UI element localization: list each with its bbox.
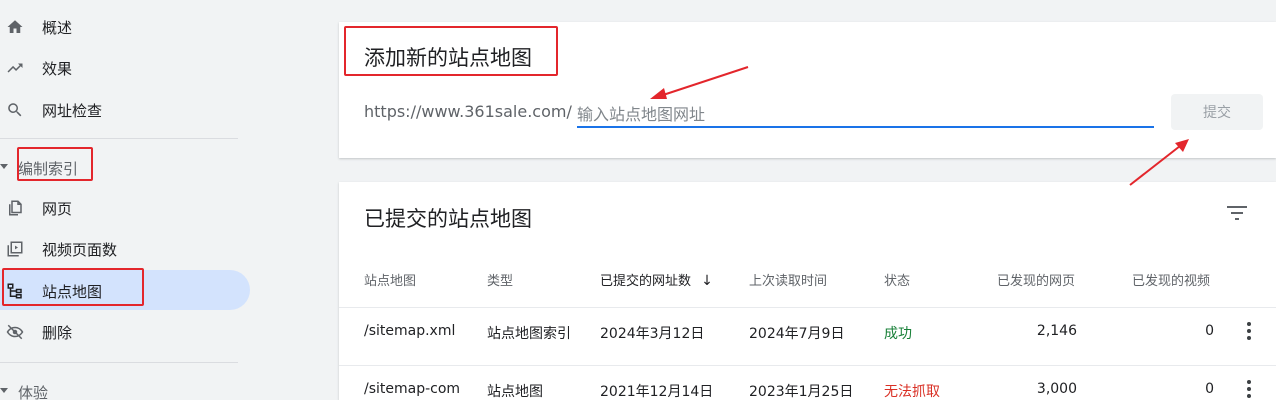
sidebar-divider: [0, 138, 238, 139]
section-label: 体验: [18, 384, 49, 400]
cell-discovered-videos: 0: [1205, 381, 1214, 397]
sidebar-item-label: 网址检查: [42, 102, 103, 120]
sidebar: 概述 效果 网址检查 编制索引 网页 视频页面数 站点地图 删除 体验: [0, 0, 262, 400]
sidebar-item-label: 视频页面数: [42, 241, 118, 259]
column-header-submitted[interactable]: 已提交的网址数 ↓: [600, 270, 713, 289]
sitemap-url-input[interactable]: [577, 102, 1154, 128]
visibility-off-icon: [6, 324, 24, 340]
search-icon: [8, 103, 22, 117]
submit-button[interactable]: 提交: [1171, 94, 1263, 130]
column-header-last-read[interactable]: 上次读取时间: [749, 270, 827, 289]
annotation-box-indexing: [17, 147, 93, 181]
cell-submitted: 2024年3月12日: [600, 326, 705, 342]
cell-submitted: 2021年12月14日: [600, 384, 714, 400]
filter-icon[interactable]: [1226, 204, 1248, 222]
more-vert-icon[interactable]: [1246, 322, 1252, 343]
column-header-type[interactable]: 类型: [487, 270, 513, 289]
sidebar-item-overview[interactable]: 概述: [0, 6, 250, 46]
sidebar-item-removals[interactable]: 删除: [0, 311, 250, 351]
trending-up-icon: [7, 63, 23, 73]
cell-last-read: 2023年1月25日: [749, 384, 854, 400]
pages-icon: [9, 200, 22, 216]
cell-last-read: 2024年7月9日: [749, 326, 845, 342]
column-header-discovered-pages[interactable]: 已发现的网页: [997, 270, 1075, 289]
annotation-box-sitemaps: [2, 268, 144, 306]
collapse-triangle-icon: [0, 388, 8, 393]
home-icon: [7, 20, 23, 33]
cell-type: 站点地图: [487, 384, 543, 400]
sidebar-item-pages[interactable]: 网页: [0, 187, 250, 227]
column-header-label: 已提交的网址数: [600, 274, 692, 289]
cell-discovered-pages: 2,146: [1036, 323, 1077, 339]
sort-arrow-down-icon: ↓: [701, 273, 713, 289]
submitted-sitemaps-title: 已提交的站点地图: [364, 207, 532, 231]
sitemap-url-prefix: https://www.361sale.com/: [364, 102, 572, 121]
column-header-status[interactable]: 状态: [884, 270, 910, 289]
column-header-discovered-videos[interactable]: 已发现的视频: [1132, 270, 1210, 289]
sidebar-item-label: 删除: [42, 324, 73, 342]
row-divider: [339, 365, 1276, 366]
status-badge: 无法抓取: [884, 384, 940, 400]
sidebar-item-label: 网页: [42, 200, 73, 218]
more-vert-icon[interactable]: [1246, 380, 1252, 400]
collapse-triangle-icon: [0, 164, 8, 169]
status-badge: 成功: [884, 326, 912, 342]
column-header-sitemap[interactable]: 站点地图: [364, 270, 416, 289]
cell-type: 站点地图索引: [487, 326, 571, 342]
row-divider: [339, 307, 1276, 308]
cell-discovered-pages: 3,000: [1036, 381, 1077, 397]
sidebar-item-label: 概述: [42, 19, 73, 37]
video-pages-icon: [7, 241, 23, 257]
cell-sitemap: /sitemap.xml: [364, 323, 456, 339]
sidebar-item-performance[interactable]: 效果: [0, 47, 250, 87]
submitted-sitemaps-card: 已提交的站点地图 站点地图 类型 已提交的网址数 ↓ 上次读取时间 状态 已发现…: [339, 182, 1276, 400]
sidebar-item-url-inspection[interactable]: 网址检查: [0, 89, 250, 129]
sidebar-item-label: 效果: [42, 60, 73, 78]
cell-discovered-videos: 0: [1205, 323, 1214, 339]
sidebar-divider: [0, 362, 238, 363]
sidebar-item-video-pages[interactable]: 视频页面数: [0, 228, 250, 268]
cell-sitemap: /sitemap-com: [364, 381, 461, 397]
annotation-box-add-title: [344, 26, 558, 76]
